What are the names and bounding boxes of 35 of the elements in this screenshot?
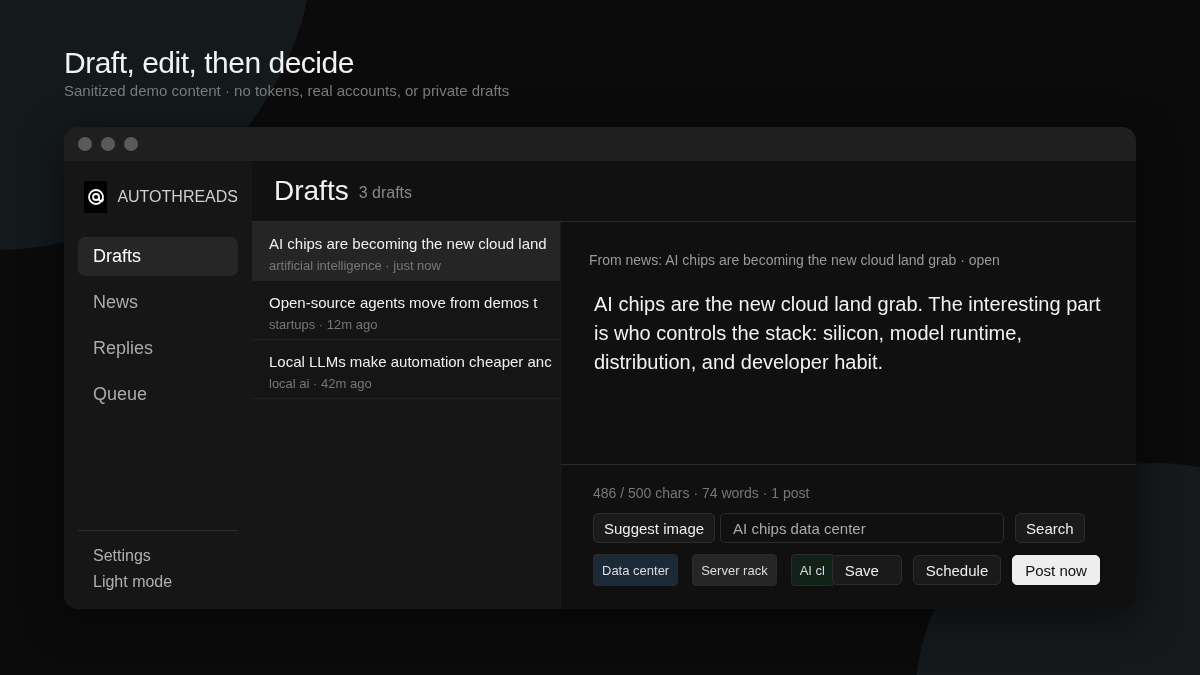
window-control-icon[interactable] — [124, 137, 138, 151]
nav-item[interactable]: Drafts — [78, 237, 238, 276]
page-title: Draft, edit, then decide — [64, 46, 355, 80]
draft-count: 3 drafts — [358, 184, 413, 202]
draft-item[interactable]: AI chips are becoming the new cloud land artificial intelligence · just now — [252, 222, 560, 281]
image-chip[interactable]: Server rack — [692, 554, 777, 586]
nav-item[interactable]: News — [78, 283, 238, 322]
section-title: Drafts — [274, 175, 349, 207]
image-chip[interactable]: AI cl — [790, 554, 835, 586]
action-button[interactable]: Save — [831, 555, 902, 585]
image-query-field[interactable]: AI chips data center — [720, 513, 1005, 543]
page-subtitle: Sanitized demo content · no tokens, real accounts, or private drafts — [64, 82, 511, 99]
draft-meta: artificial intelligence · just now — [269, 258, 442, 273]
search-button[interactable]: Search — [1015, 513, 1085, 543]
draft-title: Open-source agents move from demos t — [269, 293, 539, 313]
window-control-icon[interactable] — [78, 137, 92, 151]
draft-title: AI chips are becoming the new cloud land — [269, 234, 548, 254]
brand-name: AUTOTHREADS — [117, 188, 238, 206]
sidebar-link[interactable]: Light mode — [93, 573, 223, 591]
action-button[interactable]: Schedule — [912, 555, 1002, 585]
window-control-icon[interactable] — [101, 137, 115, 151]
nav-item[interactable]: Queue — [78, 375, 238, 414]
draft-meta: startups · 12m ago — [269, 317, 379, 332]
draft-text: AI chips are the new cloud land grab. The interesting part is who controls the stack: silicon, model runtime, distribution, and developer habit. — [593, 292, 1102, 375]
draft-stats: 486 / 500 chars · 74 words · 1 post — [593, 485, 811, 501]
source-line: From news: AI chips are becoming the new cloud land grab · open — [589, 252, 1001, 268]
at-sign-logo-icon — [84, 181, 108, 213]
sidebar-link[interactable]: Settings — [93, 547, 223, 565]
action-button[interactable]: Post now — [1012, 555, 1101, 585]
nav-item[interactable]: Replies — [78, 329, 238, 368]
image-chip[interactable]: Data center — [593, 554, 679, 586]
draft-item[interactable]: Local LLMs make automation cheaper anc local ai · 42m ago — [252, 340, 560, 399]
draft-item[interactable]: Open-source agents move from demos t startups · 12m ago — [252, 281, 560, 340]
draft-meta: local ai · 42m ago — [269, 376, 373, 391]
suggest-image-button[interactable]: Suggest image — [593, 513, 716, 543]
